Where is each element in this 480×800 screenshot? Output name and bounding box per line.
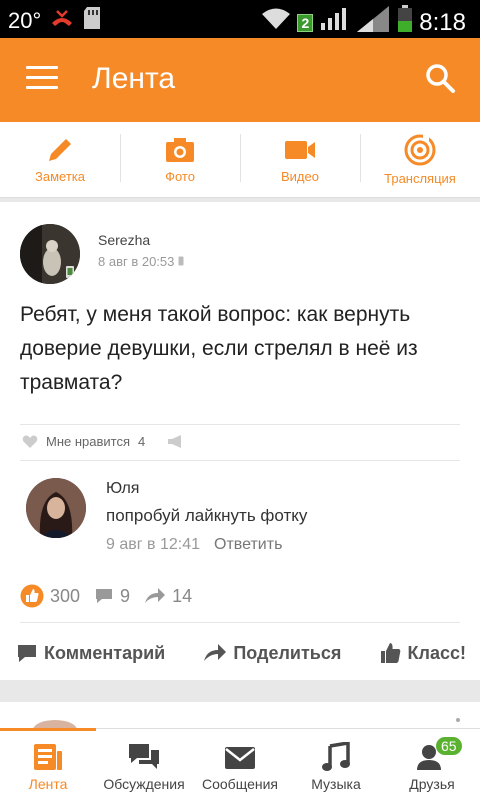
camera-icon (166, 138, 194, 162)
video-camera-icon (285, 141, 315, 159)
battery-icon (397, 5, 413, 40)
wifi-icon (261, 7, 291, 38)
comment-bubble-icon (96, 589, 113, 603)
shares-count: 14 (172, 585, 193, 606)
video-action[interactable]: Видео (240, 122, 360, 197)
class-button[interactable]: Класс! (380, 642, 466, 664)
messages-icon (225, 747, 255, 769)
comments-stat[interactable]: 9 (94, 586, 130, 607)
nav-discussions[interactable]: Обсуждения (96, 729, 192, 800)
commenter-avatar[interactable] (26, 478, 86, 538)
likes-count: 4 (138, 434, 146, 449)
divider (20, 424, 460, 425)
search-button[interactable] (422, 60, 458, 96)
post-actions: Комментарий Поделиться Класс! (16, 642, 466, 664)
comment-text: попробуй лайкнуть фотку (106, 506, 308, 525)
comments-count: 9 (120, 585, 131, 606)
clock-text: 8:18 (419, 8, 466, 36)
app-header: Лента (0, 38, 480, 122)
share-arrow-icon (145, 588, 166, 603)
discussions-icon (129, 744, 159, 769)
post-author[interactable]: Serezha (98, 232, 150, 248)
divider (20, 460, 460, 461)
reply-button[interactable]: Ответить (214, 536, 282, 553)
comment-button-label: Комментарий (44, 642, 166, 663)
photo-action[interactable]: Фото (120, 122, 240, 197)
bottom-navigation: Лента Обсуждения Сообщения Музыка 65 Дру… (0, 728, 480, 800)
note-label: Заметка (35, 169, 85, 184)
post-time-text: 8 авг в 20:53 (98, 254, 175, 269)
comment-button[interactable]: Комментарий (16, 642, 165, 664)
post-card: Serezha 8 авг в 20:53 Ребят, у меня тако… (0, 202, 480, 680)
broadcast-icon (404, 133, 436, 166)
comment-bubble-icon (18, 645, 36, 662)
share-arrow-icon (204, 644, 227, 661)
divider (20, 622, 460, 623)
video-label: Видео (281, 169, 319, 184)
nav-music[interactable]: Музыка (288, 729, 384, 800)
page-title: Лента (92, 62, 176, 95)
nav-feed[interactable]: Лента (0, 728, 96, 800)
nav-friends-label: Друзья (409, 776, 455, 792)
comment-meta: 9 авг в 12:41 Ответить (106, 536, 282, 554)
search-icon (426, 64, 455, 93)
missed-call-icon (49, 7, 75, 35)
photo-label: Фото (165, 169, 195, 184)
likes-label[interactable]: Мне нравится (46, 434, 130, 449)
status-bar: 20° 2 8:18 (0, 0, 480, 38)
post-text: Ребят, у меня такой вопрос: как вернуть … (20, 303, 418, 394)
nav-friends[interactable]: 65 Друзья (384, 729, 480, 800)
stats-row: 300 9 14 (20, 584, 192, 608)
pencil-icon (49, 139, 71, 161)
menu-button[interactable] (26, 66, 58, 92)
music-icon (322, 742, 350, 771)
temperature-text: 20° (8, 8, 42, 33)
note-action[interactable]: Заметка (0, 122, 120, 197)
thumbs-up-icon (380, 643, 400, 663)
comment-author[interactable]: Юля (106, 480, 139, 498)
signal-icon (319, 7, 349, 38)
nav-discussions-label: Обсуждения (103, 776, 185, 792)
create-actions-bar: Заметка Фото Видео Трансляция (0, 122, 480, 198)
broadcast-label: Трансляция (384, 171, 456, 186)
nav-feed-label: Лента (28, 776, 68, 792)
signal-icon-2 (355, 5, 391, 40)
nav-music-label: Музыка (311, 776, 361, 792)
megaphone-icon (168, 434, 182, 448)
share-button-label: Поделиться (233, 642, 342, 663)
sim-badge: 2 (297, 13, 314, 32)
thumbs-up-icon (20, 584, 44, 608)
broadcast-action[interactable]: Трансляция (360, 122, 480, 197)
nav-messages[interactable]: Сообщения (192, 729, 288, 800)
mobile-icon (178, 254, 184, 269)
share-button[interactable]: Поделиться (203, 642, 341, 664)
class-button-label: Класс! (407, 642, 466, 663)
comment-time: 9 авг в 12:41 (106, 536, 201, 553)
sd-card-icon (83, 6, 101, 36)
nav-messages-label: Сообщения (202, 776, 278, 792)
shares-stat[interactable]: 14 (144, 586, 192, 607)
post-time: 8 авг в 20:53 (98, 254, 184, 269)
classes-count: 300 (50, 585, 81, 606)
author-avatar[interactable] (20, 224, 80, 284)
friends-badge: 65 (436, 737, 462, 755)
heart-icon (22, 435, 38, 448)
likes-row: Мне нравится 4 (22, 434, 185, 449)
feed-icon (34, 744, 62, 770)
classes-stat[interactable]: 300 (20, 584, 80, 608)
